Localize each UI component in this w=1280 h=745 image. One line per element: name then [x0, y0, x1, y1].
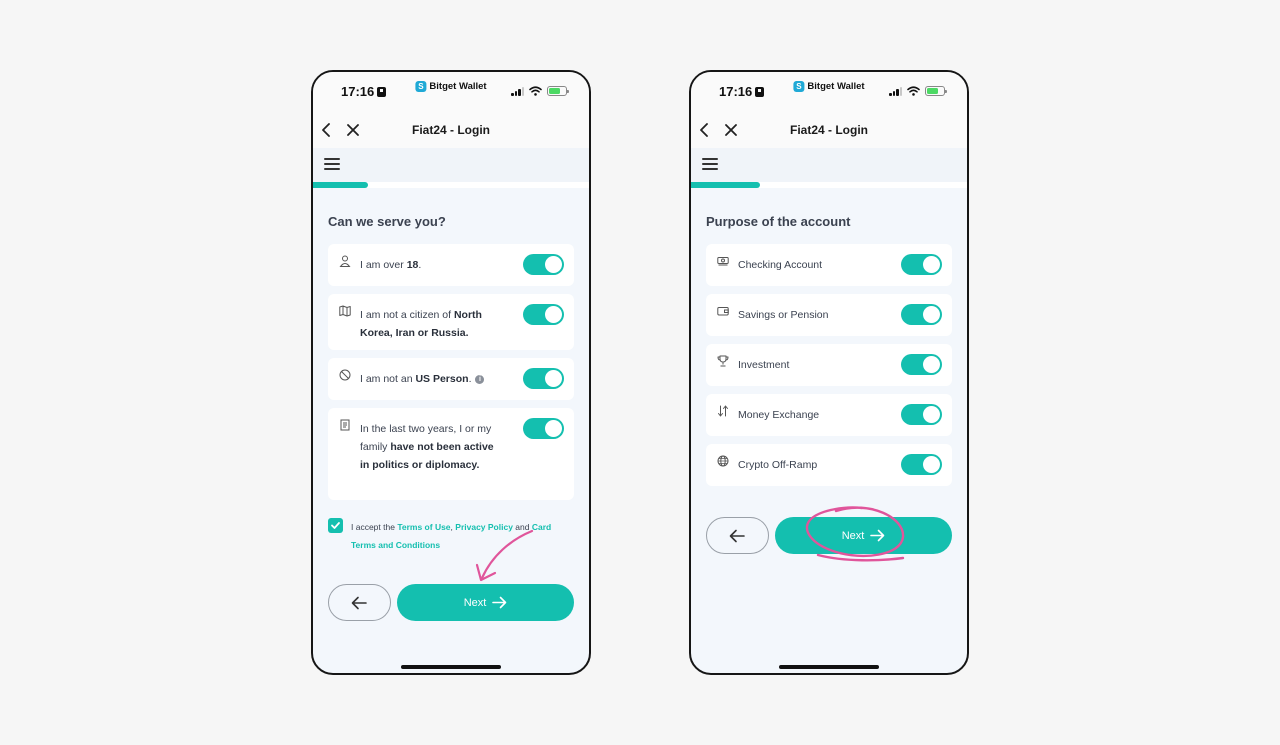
item-label: Investment	[738, 359, 790, 371]
toggle-switch[interactable]	[901, 354, 942, 375]
app-brand: S Bitget Wallet	[793, 81, 865, 92]
item-label: I am not an US Person. i	[360, 370, 510, 388]
globe-icon	[717, 455, 729, 467]
status-bar: 17:16 S Bitget Wallet	[313, 72, 589, 112]
home-indicator	[779, 665, 879, 669]
toggle-switch[interactable]	[901, 254, 942, 275]
progress-bar	[691, 182, 967, 188]
annotation-overlay	[475, 506, 905, 582]
status-icons	[889, 86, 947, 96]
nav-bar: Fiat24 - Login	[691, 112, 967, 148]
menu-bar	[691, 148, 967, 182]
purpose-item-investment: Investment	[706, 344, 952, 386]
toggle-switch[interactable]	[523, 368, 564, 389]
next-button[interactable]: Next	[775, 517, 952, 554]
hamburger-menu-icon[interactable]	[324, 158, 340, 172]
toggle-switch[interactable]	[901, 304, 942, 325]
status-bar: 17:16 S Bitget Wallet	[691, 72, 967, 112]
arrow-right-icon	[492, 596, 507, 609]
battery-icon	[547, 86, 569, 96]
toggle-switch[interactable]	[523, 304, 564, 325]
eligibility-item-politics: In the last two years, I or my family ha…	[328, 408, 574, 500]
item-label: Crypto Off-Ramp	[738, 459, 818, 471]
map-icon	[339, 305, 351, 317]
page-title: Fiat24 - Login	[412, 123, 490, 137]
section-heading: Purpose of the account	[706, 214, 851, 229]
back-button[interactable]	[328, 584, 391, 621]
terms-of-use-link[interactable]: Terms of Use	[397, 522, 450, 532]
eligibility-item-us-person: I am not an US Person. i	[328, 358, 574, 400]
bitget-logo-icon: S	[415, 81, 427, 92]
item-label: Money Exchange	[738, 409, 820, 421]
progress-fill	[691, 182, 760, 188]
section-heading: Can we serve you?	[328, 214, 446, 229]
menu-bar	[313, 148, 589, 182]
purpose-item-exchange: Money Exchange	[706, 394, 952, 436]
nav-bar: Fiat24 - Login	[313, 112, 589, 148]
eligibility-item-age: I am over 18.	[328, 244, 574, 286]
cellular-signal-icon	[511, 87, 524, 96]
arrow-right-icon	[870, 529, 885, 542]
purpose-item-offramp: Crypto Off-Ramp	[706, 444, 952, 486]
accept-terms-text: I accept the Terms of Use, Privacy Polic…	[351, 522, 552, 550]
hamburger-menu-icon[interactable]	[702, 158, 718, 172]
eligibility-item-citizenship: I am not a citizen of North Korea, Iran …	[328, 294, 574, 350]
trophy-icon	[717, 355, 729, 367]
status-icons	[511, 86, 569, 96]
home-indicator	[401, 665, 501, 669]
checkmark-icon	[331, 522, 340, 529]
toggle-switch[interactable]	[523, 254, 564, 275]
wifi-icon	[907, 86, 920, 96]
bitget-logo-icon: S	[793, 81, 805, 92]
wallet-icon	[717, 307, 729, 316]
person-icon	[339, 255, 351, 267]
item-label: In the last two years, I or my family ha…	[360, 423, 494, 471]
phone-screen-right: 17:16 S Bitget Wallet Fiat24 - Login Pur…	[689, 70, 969, 675]
info-icon[interactable]: i	[475, 375, 485, 384]
arrow-left-icon	[729, 529, 745, 543]
arrow-left-icon	[351, 596, 367, 610]
exchange-arrows-icon	[718, 405, 728, 417]
sim-icon	[755, 86, 765, 97]
item-label: Savings or Pension	[738, 309, 829, 321]
purpose-item-savings: Savings or Pension	[706, 294, 952, 336]
battery-icon	[925, 86, 947, 96]
cellular-signal-icon	[889, 87, 902, 96]
status-time: 17:16	[341, 84, 387, 99]
toggle-switch[interactable]	[523, 418, 564, 439]
page-title: Fiat24 - Login	[790, 123, 868, 137]
back-button[interactable]	[706, 517, 769, 554]
status-time: 17:16	[719, 84, 765, 99]
privacy-policy-link[interactable]: Privacy Policy	[455, 522, 513, 532]
app-brand: S Bitget Wallet	[415, 81, 487, 92]
accept-terms-checkbox[interactable]	[328, 518, 343, 533]
banknote-icon	[717, 257, 729, 266]
toggle-switch[interactable]	[901, 404, 942, 425]
item-label: I am over 18.	[360, 259, 422, 271]
progress-bar	[313, 182, 589, 188]
phone-screen-left: 17:16 S Bitget Wallet Fiat24 - Login Can…	[311, 70, 591, 675]
next-button[interactable]: Next	[397, 584, 574, 621]
item-label: I am not a citizen of North Korea, Iran …	[360, 309, 482, 339]
purpose-item-checking: Checking Account	[706, 244, 952, 286]
progress-fill	[313, 182, 369, 188]
item-label: Checking Account	[738, 259, 823, 271]
ban-icon	[339, 369, 351, 381]
wifi-icon	[529, 86, 542, 96]
document-icon	[340, 419, 350, 431]
sim-icon	[377, 86, 387, 97]
toggle-switch[interactable]	[901, 454, 942, 475]
